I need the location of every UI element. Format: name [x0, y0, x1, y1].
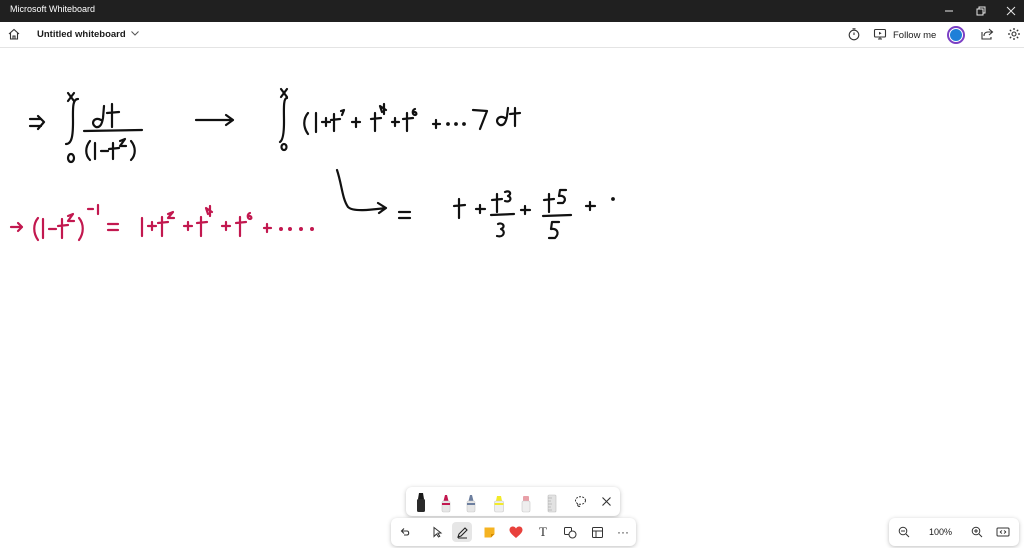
eraser[interactable]: [520, 491, 532, 514]
reactions-tool[interactable]: [506, 522, 526, 542]
highlighter[interactable]: [493, 491, 505, 514]
templates-tool[interactable]: [587, 522, 607, 542]
more-button[interactable]: ···: [613, 522, 633, 542]
app-header: Untitled whiteboard Follow me: [0, 22, 1024, 48]
board-title[interactable]: Untitled whiteboard: [37, 29, 126, 40]
timer-icon[interactable]: [847, 27, 861, 41]
ink-black-result: [335, 168, 615, 240]
sticky-note-tool[interactable]: [479, 522, 499, 542]
zoom-in-icon[interactable]: [971, 526, 983, 538]
ink-toolbar: [406, 487, 620, 516]
restore-icon: [976, 6, 986, 16]
sticky-note-icon: [484, 527, 494, 537]
undo-icon: [400, 528, 410, 536]
ink-red-expansion: [9, 203, 315, 242]
zoom-out-icon[interactable]: [898, 526, 910, 538]
home-icon[interactable]: [7, 27, 21, 41]
whiteboard-canvas[interactable]: [0, 49, 1024, 548]
follow-me-button[interactable]: Follow me: [893, 30, 936, 41]
settings-icon[interactable]: [1007, 27, 1021, 41]
close-icon: [1006, 6, 1016, 16]
fit-to-screen-icon[interactable]: [996, 526, 1010, 538]
pen-icon: [456, 526, 468, 538]
more-icon: ···: [617, 525, 629, 539]
chevron-down-icon[interactable]: [130, 28, 140, 38]
avatar[interactable]: [947, 26, 965, 44]
zoom-controls: 100%: [889, 518, 1019, 546]
restore-button[interactable]: [964, 0, 998, 22]
close-icon[interactable]: [601, 496, 612, 507]
cursor-icon: [433, 526, 443, 538]
lasso-icon[interactable]: [574, 495, 587, 508]
app-title: Microsoft Whiteboard: [10, 4, 96, 14]
blue-pen[interactable]: [465, 491, 477, 514]
undo-button[interactable]: [395, 522, 415, 542]
minimize-button[interactable]: [932, 0, 966, 22]
text-icon: T: [539, 524, 547, 539]
minimize-icon: [945, 10, 953, 12]
select-tool[interactable]: [427, 522, 447, 542]
ruler[interactable]: [546, 491, 558, 514]
text-tool[interactable]: T: [533, 522, 553, 542]
shapes-tool[interactable]: [560, 522, 580, 542]
present-icon[interactable]: [873, 27, 887, 41]
close-button[interactable]: [994, 0, 1024, 22]
shapes-icon: [564, 526, 577, 538]
title-bar: Microsoft Whiteboard: [0, 0, 1024, 22]
heart-icon: [509, 526, 523, 538]
zoom-level[interactable]: 100%: [929, 527, 952, 537]
ink-black-integral: [28, 87, 522, 164]
black-pen[interactable]: [415, 491, 427, 514]
red-pen[interactable]: [440, 491, 452, 514]
main-toolbar: T ···: [391, 518, 636, 546]
templates-icon: [591, 526, 603, 538]
inking-tool[interactable]: [452, 522, 472, 542]
share-icon[interactable]: [980, 27, 994, 41]
